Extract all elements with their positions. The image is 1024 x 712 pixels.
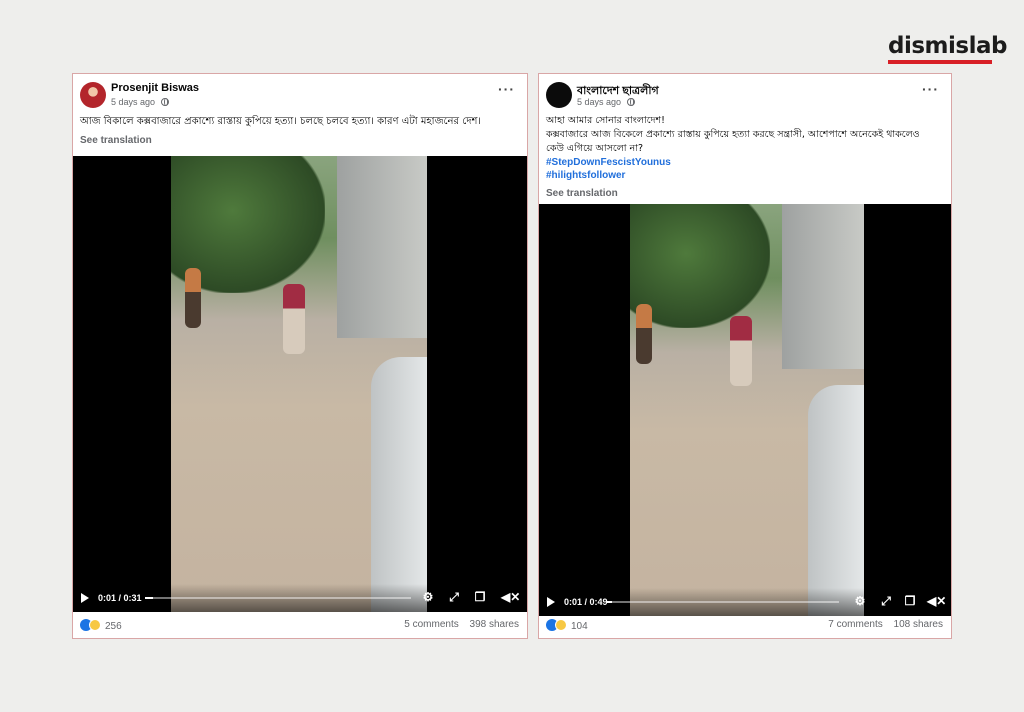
post-text-line: আহা আমার সোনার বাংলাদেশ! (546, 115, 665, 126)
avatar[interactable] (80, 82, 106, 108)
expand-icon[interactable]: ⤢ (879, 594, 893, 608)
progress-bar[interactable] (607, 601, 839, 603)
reaction-count: 104 (571, 621, 588, 632)
post-text-line: আজ বিকালে কক্সবাজারে প্রকাশ্যে রাস্তায় … (80, 116, 481, 127)
brand-underline (888, 60, 992, 64)
comments-count[interactable]: 7 comments (828, 619, 882, 630)
sad-reaction-icon (89, 619, 101, 631)
duration: 0:49 (589, 597, 608, 607)
hashtag-link[interactable]: #hilightsfollower (546, 169, 944, 182)
video-scene-car (371, 356, 427, 612)
video-scene-car (808, 385, 864, 616)
gear-icon[interactable]: ⚙ (853, 594, 867, 608)
globe-icon (160, 98, 169, 106)
video-frame[interactable] (630, 204, 864, 616)
video-scene-person (730, 316, 752, 386)
video-scene-cyclist (185, 268, 201, 328)
hashtag-link[interactable]: #StepDownFescistYounus (546, 156, 944, 169)
video-time: 0:01 / 0:31 (98, 593, 142, 603)
progress-bar[interactable] (145, 597, 411, 599)
see-translation-link[interactable]: See translation (539, 188, 951, 199)
post-meta: 5 days ago (111, 97, 169, 107)
post-time[interactable]: 5 days ago (577, 97, 621, 107)
post-card-1: Prosenjit Biswas 5 days ago ··· আজ বিকাল… (72, 73, 528, 639)
play-icon[interactable] (547, 597, 555, 607)
picture-in-picture-icon[interactable]: ❐ (903, 594, 917, 608)
sad-reaction-icon (555, 619, 567, 631)
volume-muted-icon[interactable]: ◀✕ (927, 594, 946, 608)
video-time: 0:01 / 0:49 (564, 597, 608, 607)
shares-count[interactable]: 398 shares (470, 619, 519, 630)
post-header: বাংলাদেশ ছাত্রলীগ 5 days ago ··· (539, 74, 951, 114)
current-time: 0:01 (98, 593, 117, 603)
video-player[interactable]: 0:01 / 0:49 ⚙ ⤢ ❐ ◀✕ (539, 204, 951, 616)
progress-fill (145, 597, 153, 599)
video-scene-building (782, 204, 864, 369)
video-player[interactable]: 0:01 / 0:31 ⚙ ⤢ ❐ ◀✕ (73, 156, 527, 612)
post-text-line: কেউ এগিয়ে আসলো না? (546, 143, 644, 154)
volume-muted-icon[interactable]: ◀✕ (501, 590, 520, 604)
post-header: Prosenjit Biswas 5 days ago ··· (73, 74, 527, 114)
shares-count[interactable]: 108 shares (894, 619, 943, 630)
picture-in-picture-icon[interactable]: ❐ (473, 590, 487, 604)
author-name[interactable]: Prosenjit Biswas (111, 82, 199, 94)
video-frame[interactable] (171, 156, 427, 612)
post-text-line: কক্সবাজারে আজ বিকেলে প্রকাশ্যে রাস্তায় … (546, 129, 920, 140)
post-stats: 7 comments 108 shares (828, 619, 943, 630)
play-icon[interactable] (81, 593, 89, 603)
video-scene-person (283, 284, 305, 354)
post-text: আজ বিকালে কক্সবাজারে প্রকাশ্যে রাস্তায় … (73, 114, 527, 130)
reactions[interactable]: 256 (80, 619, 122, 632)
brand-logo-text: dismislab (888, 33, 1007, 59)
video-scene-cyclist (636, 304, 652, 364)
post-text: আহা আমার সোনার বাংলাদেশ! কক্সবাজারে আজ ব… (539, 114, 951, 182)
brand-logo: dismislab (888, 33, 1007, 64)
post-time[interactable]: 5 days ago (111, 97, 155, 107)
post-stats: 5 comments 398 shares (404, 619, 519, 630)
expand-icon[interactable]: ⤢ (447, 590, 461, 604)
post-meta: 5 days ago (577, 97, 635, 107)
comments-count[interactable]: 5 comments (404, 619, 458, 630)
post-footer: 104 7 comments 108 shares (539, 612, 951, 638)
video-controls: 0:01 / 0:31 ⚙ ⤢ ❐ ◀✕ (73, 584, 527, 612)
reaction-count: 256 (105, 621, 122, 632)
gear-icon[interactable]: ⚙ (421, 590, 435, 604)
globe-icon (626, 98, 635, 106)
video-scene-building (337, 156, 427, 339)
more-options-icon[interactable]: ··· (498, 82, 515, 96)
post-card-2: বাংলাদেশ ছাত্রলীগ 5 days ago ··· আহা আমা… (538, 73, 952, 639)
more-options-icon[interactable]: ··· (922, 82, 939, 96)
post-footer: 256 5 comments 398 shares (73, 612, 527, 638)
reactions[interactable]: 104 (546, 619, 588, 632)
avatar[interactable] (546, 82, 572, 108)
current-time: 0:01 (564, 597, 583, 607)
duration: 0:31 (123, 593, 142, 603)
progress-fill (607, 601, 612, 603)
see-translation-link[interactable]: See translation (73, 135, 527, 146)
